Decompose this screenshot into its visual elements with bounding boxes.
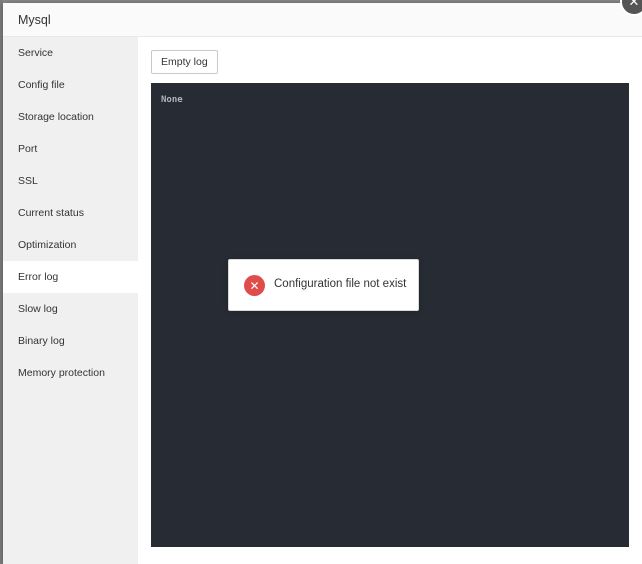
- error-toast: ✕ Configuration file not exist: [228, 259, 419, 311]
- error-icon: ✕: [244, 275, 265, 296]
- sidebar-item-memory-protection[interactable]: Memory protection: [3, 357, 138, 389]
- dialog-title: Mysql: [18, 13, 51, 27]
- log-panel[interactable]: None: [151, 83, 629, 547]
- sidebar-item-current-status[interactable]: Current status: [3, 197, 138, 229]
- sidebar-item-storage-location[interactable]: Storage location: [3, 101, 138, 133]
- sidebar-item-port[interactable]: Port: [3, 133, 138, 165]
- sidebar-item-error-log[interactable]: Error log: [3, 261, 138, 293]
- sidebar-item-ssl[interactable]: SSL: [3, 165, 138, 197]
- sidebar-item-optimization[interactable]: Optimization: [3, 229, 138, 261]
- sidebar-item-service[interactable]: Service: [3, 37, 138, 69]
- toast-message: Configuration file not exist: [274, 278, 407, 290]
- empty-log-button[interactable]: Empty log: [151, 50, 218, 74]
- sidebar-item-binary-log[interactable]: Binary log: [3, 325, 138, 357]
- sidebar-item-config-file[interactable]: Config file: [3, 69, 138, 101]
- sidebar: Service Config file Storage location Por…: [3, 37, 138, 564]
- sidebar-item-slow-log[interactable]: Slow log: [3, 293, 138, 325]
- dialog-header: Mysql: [3, 3, 642, 37]
- log-content: None: [161, 95, 183, 105]
